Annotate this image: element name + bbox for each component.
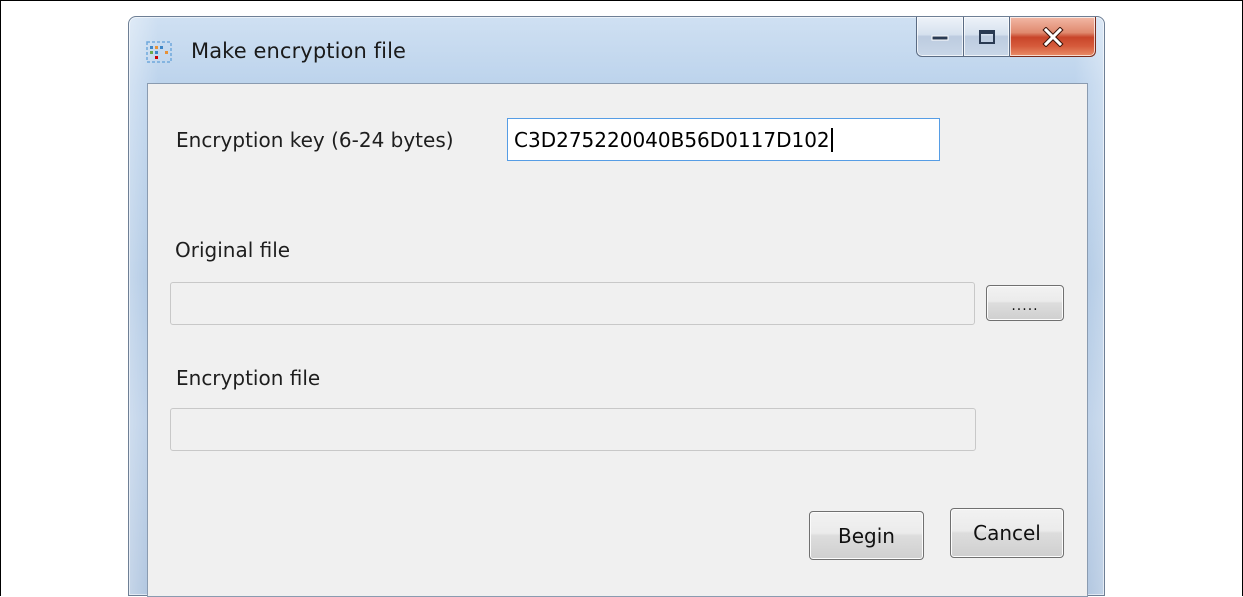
encryption-key-input[interactable]: C3D275220040B56D0117D102: [507, 118, 940, 161]
begin-button[interactable]: Begin: [809, 511, 924, 560]
caption-buttons: [916, 17, 1096, 57]
cancel-button-label: Cancel: [973, 521, 1041, 545]
encryption-file-label: Encryption file: [176, 366, 321, 390]
cancel-button[interactable]: Cancel: [950, 508, 1064, 558]
window-title: Make encryption file: [191, 39, 407, 63]
original-file-label: Original file: [175, 238, 291, 262]
encryption-key-label: Encryption key (6-24 bytes): [176, 128, 454, 152]
close-button[interactable]: [1010, 17, 1096, 57]
title-bar[interactable]: Make encryption file: [129, 17, 1104, 83]
dialog-window: Make encryption file Encryption key (6-2…: [128, 16, 1105, 597]
minimize-icon: [930, 32, 950, 42]
original-file-input[interactable]: [170, 282, 975, 325]
close-icon: [1041, 26, 1064, 47]
dialog-client-area: Encryption key (6-24 bytes) C3D275220040…: [147, 83, 1088, 597]
maximize-icon: [978, 29, 996, 45]
begin-button-label: Begin: [838, 523, 895, 548]
app-grid-icon: [146, 40, 172, 64]
browse-button-label: .....: [1011, 298, 1039, 314]
maximize-button[interactable]: [964, 17, 1010, 57]
browse-button[interactable]: .....: [986, 285, 1064, 321]
encryption-file-input[interactable]: [170, 408, 976, 451]
minimize-button[interactable]: [916, 17, 964, 57]
encryption-key-value: C3D275220040B56D0117D102: [514, 127, 830, 152]
text-caret: [830, 127, 833, 152]
